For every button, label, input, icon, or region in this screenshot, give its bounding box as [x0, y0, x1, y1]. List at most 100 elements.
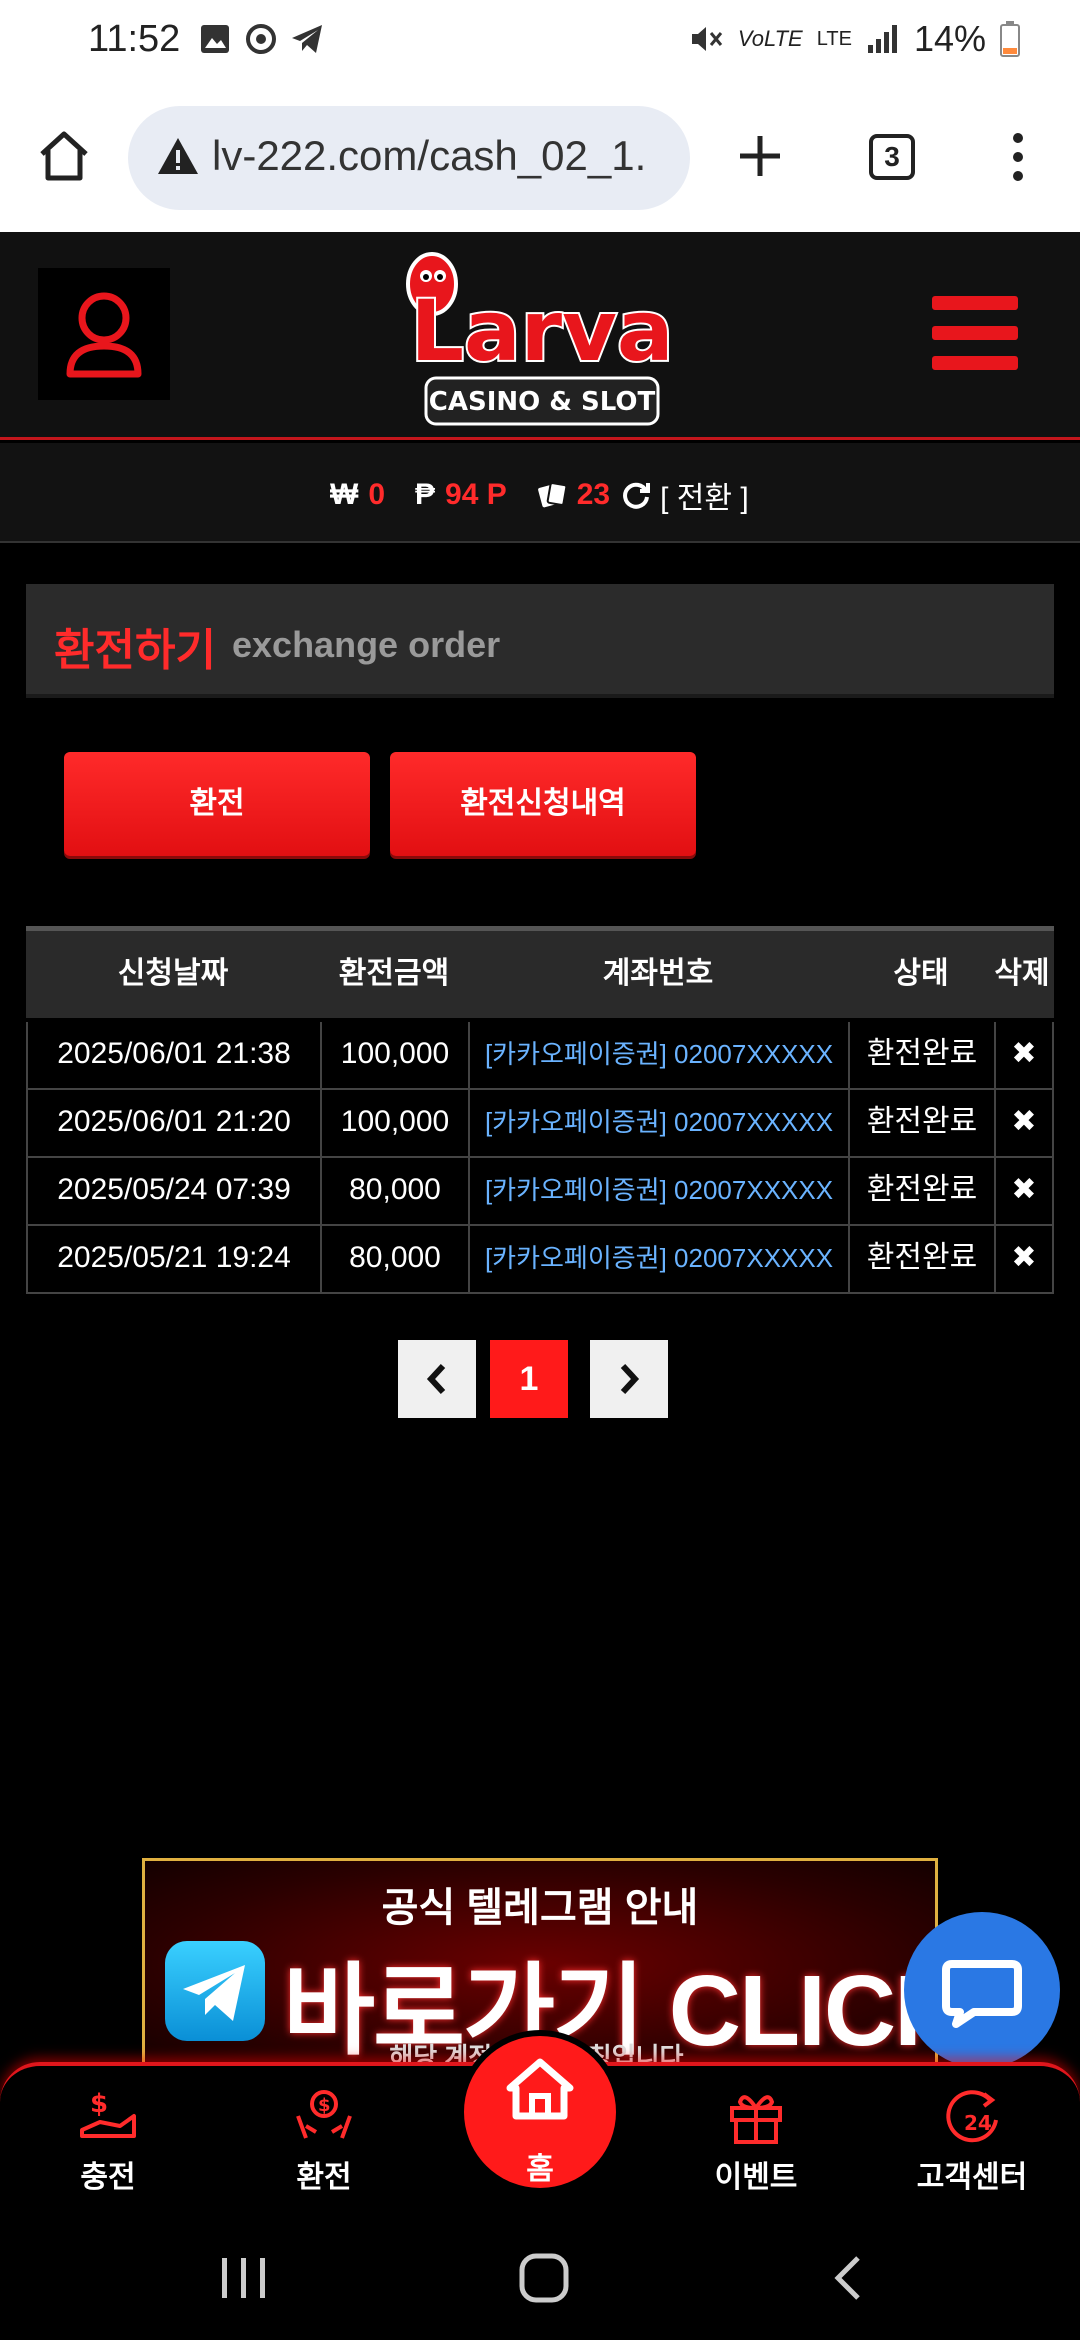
browser-toolbar: lv-222.com/cash_02_1. 3 — [0, 88, 1080, 232]
charge-icon: $ — [80, 2089, 136, 2138]
warning-icon[interactable] — [156, 136, 200, 176]
logo-subtext: CASINO & SLOT — [429, 387, 656, 417]
status-time: 11:52 — [88, 18, 181, 60]
row-date: 2025/05/21 19:24 — [28, 1226, 322, 1292]
table-row: 2025/06/01 21:38 100,000 [카카오페이증권] 02007… — [26, 1022, 1054, 1090]
sync-notification-icon — [246, 24, 276, 54]
lte-label: LTE — [816, 27, 852, 50]
row-amount: 80,000 — [322, 1158, 470, 1224]
menu-bar-icon — [932, 296, 1018, 310]
home-system-icon[interactable] — [518, 2252, 570, 2304]
coupon-icon — [537, 482, 567, 508]
row-status: 환전완료 — [850, 1158, 996, 1224]
new-tab-icon[interactable] — [736, 132, 784, 180]
table-row: 2025/05/24 07:39 80,000 [카카오페이증권] 02007X… — [26, 1158, 1054, 1226]
nav-support[interactable]: 24 고객센터 — [902, 2086, 1042, 2196]
page-1-button[interactable]: 1 — [490, 1340, 568, 1418]
header-amount: 환전금액 — [338, 957, 450, 990]
gallery-notification-icon — [201, 25, 229, 53]
larva-logo-icon: Larva CASINO & SLOT — [406, 252, 676, 426]
hamburger-menu-button[interactable] — [932, 296, 1018, 376]
table-header: 신청날짜 환전금액 계좌번호 상태 삭제 — [26, 926, 1054, 1018]
section-title: 환전하기 exchange order — [26, 584, 1054, 698]
user-button[interactable] — [38, 268, 170, 400]
menu-bar-icon — [932, 356, 1018, 370]
mute-icon — [691, 27, 723, 51]
signal-icon — [867, 25, 897, 53]
svg-text:$: $ — [90, 2089, 108, 2119]
nav-home-label: 홈 — [526, 2153, 554, 2186]
battery-percent: 14% — [913, 18, 986, 59]
gift-icon — [730, 2095, 782, 2144]
delete-icon[interactable]: ✖ — [996, 1090, 1052, 1156]
row-account: [카카오페이증권] 02007XXXXX — [470, 1226, 850, 1292]
delete-icon[interactable]: ✖ — [996, 1226, 1052, 1292]
row-amount: 100,000 — [322, 1022, 470, 1088]
balance-bar: ₩ 0 ₱ 94 P 23 [ 전환 ] — [0, 443, 1080, 543]
won-icon: ₩ — [330, 478, 359, 511]
battery-icon — [1000, 21, 1020, 57]
row-date: 2025/06/01 21:20 — [28, 1090, 322, 1156]
header-status: 상태 — [893, 957, 949, 990]
switch-button[interactable]: [ 전환 ] — [660, 473, 749, 517]
exchange-table: 신청날짜 환전금액 계좌번호 상태 삭제 2025/06/01 21:38 10… — [26, 926, 1054, 1294]
nav-event-label: 이벤트 — [714, 2161, 798, 2194]
site-header: Larva CASINO & SLOT — [0, 232, 1080, 440]
support-24-icon: 24 — [946, 2090, 998, 2143]
system-navigation-bar — [0, 2212, 1080, 2340]
tab-switcher-button[interactable]: 3 — [869, 134, 915, 180]
telegram-notification-icon — [292, 25, 322, 53]
point-balance: 94 P — [445, 478, 507, 511]
nav-charge-label: 충전 — [80, 2161, 136, 2194]
row-status: 환전완료 — [850, 1226, 996, 1292]
exchange-history-button[interactable]: 환전신청내역 — [390, 752, 696, 856]
user-icon — [66, 292, 142, 378]
nav-exchange[interactable]: $ 환전 — [254, 2086, 394, 2196]
next-page-button[interactable] — [590, 1340, 668, 1418]
chevron-right-icon — [620, 1363, 640, 1395]
exchange-hands-icon: $ — [296, 2090, 352, 2139]
back-icon[interactable] — [828, 2254, 868, 2302]
status-right: VoLTE LTE 14% — [688, 18, 1020, 60]
home-nav-icon — [506, 2058, 574, 2120]
row-account: [카카오페이증권] 02007XXXXX — [470, 1158, 850, 1224]
delete-icon[interactable]: ✖ — [996, 1158, 1052, 1224]
row-account: [카카오페이증권] 02007XXXXX — [470, 1090, 850, 1156]
nav-charge[interactable]: $ 충전 — [38, 2086, 178, 2196]
nav-home[interactable]: 홈 — [458, 2030, 622, 2194]
url-text[interactable]: lv-222.com/cash_02_1. — [212, 132, 672, 180]
home-icon[interactable] — [36, 128, 92, 184]
page-subtitle: exchange order — [232, 624, 501, 665]
recent-apps-icon[interactable] — [216, 2256, 272, 2300]
status-bar: 11:52 VoLTE LTE 14% — [0, 0, 1080, 88]
chat-button[interactable] — [904, 1912, 1060, 2068]
banner-title: 공식 텔레그램 안내 — [381, 1886, 699, 1930]
header-date: 신청날짜 — [117, 957, 229, 990]
header-account: 계좌번호 — [602, 957, 714, 990]
row-date: 2025/05/24 07:39 — [28, 1158, 322, 1224]
row-date: 2025/06/01 21:38 — [28, 1022, 322, 1088]
row-amount: 100,000 — [322, 1090, 470, 1156]
site-logo[interactable]: Larva CASINO & SLOT — [392, 242, 688, 432]
more-options-icon[interactable] — [1006, 130, 1030, 184]
coupon-count: 23 — [576, 478, 611, 511]
delete-icon[interactable]: ✖ — [996, 1022, 1052, 1088]
header-delete: 삭제 — [994, 957, 1050, 990]
address-bar[interactable]: lv-222.com/cash_02_1. — [128, 106, 690, 210]
table-row: 2025/06/01 21:20 100,000 [카카오페이증권] 02007… — [26, 1090, 1054, 1158]
exchange-button[interactable]: 환전 — [64, 752, 370, 856]
svg-text:$: $ — [318, 2095, 331, 2116]
prev-page-button[interactable] — [398, 1340, 476, 1418]
nav-support-label: 고객센터 — [916, 2161, 1028, 2194]
row-amount: 80,000 — [322, 1226, 470, 1292]
telegram-icon — [165, 1941, 265, 2041]
nav-event[interactable]: 이벤트 — [686, 2086, 826, 2196]
row-account: [카카오페이증권] 02007XXXXX — [470, 1022, 850, 1088]
chevron-left-icon — [426, 1363, 446, 1395]
svg-text:24: 24 — [964, 2111, 992, 2135]
table-row: 2025/05/21 19:24 80,000 [카카오페이증권] 02007X… — [26, 1226, 1054, 1294]
logo-text: Larva — [410, 282, 673, 380]
row-status: 환전완료 — [850, 1090, 996, 1156]
refresh-icon[interactable] — [620, 479, 652, 511]
row-status: 환전완료 — [850, 1022, 996, 1088]
